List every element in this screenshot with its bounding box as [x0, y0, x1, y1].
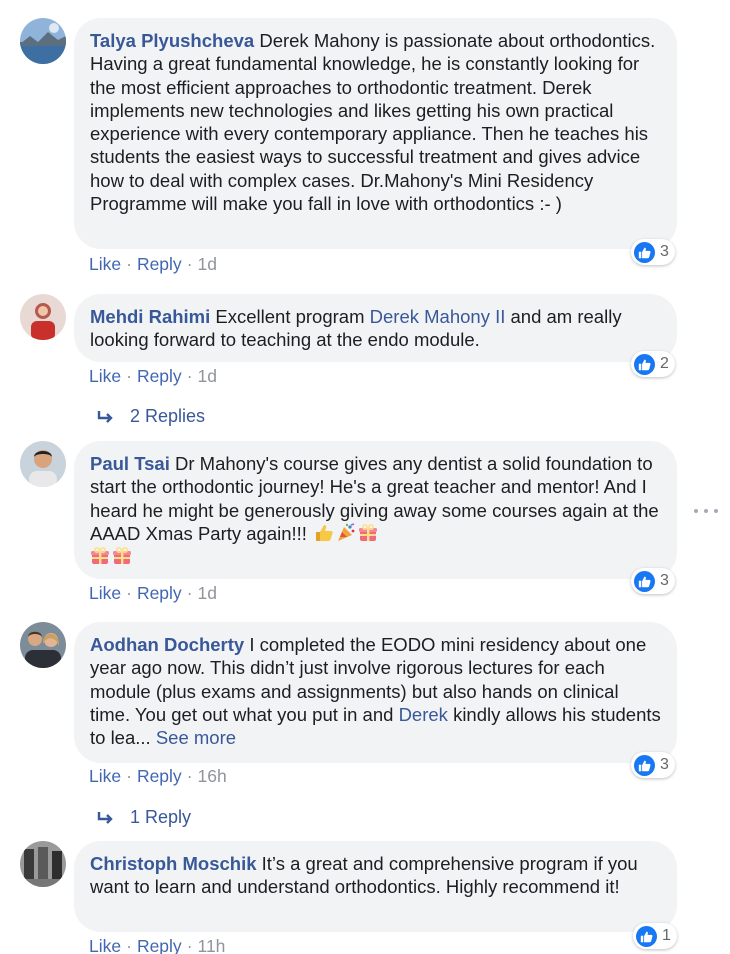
separator: · [126, 366, 132, 386]
reaction-badge[interactable]: 1 [633, 923, 677, 949]
reply-link[interactable]: Reply [137, 936, 182, 954]
reaction-badge[interactable]: 2 [631, 351, 675, 377]
comment-text: Excellent program [215, 306, 365, 327]
reply-link[interactable]: Reply [137, 766, 182, 787]
like-link[interactable]: Like [89, 254, 121, 275]
reaction-count: 2 [660, 355, 669, 372]
separator: · [186, 583, 193, 603]
see-more-link[interactable]: See more [156, 727, 236, 748]
timestamp[interactable]: 1d [198, 366, 217, 387]
like-link[interactable]: Like [89, 766, 121, 787]
reply-link[interactable]: Reply [137, 254, 182, 275]
comment-author[interactable]: Mehdi Rahimi [90, 306, 210, 327]
like-link[interactable]: Like [89, 936, 121, 954]
reaction-count: 3 [660, 572, 669, 589]
comment-actions: Like · Reply · 11h [89, 936, 225, 954]
reaction-badge[interactable]: 3 [631, 568, 675, 594]
thumbs-up-emoji-icon [316, 524, 333, 541]
like-link[interactable]: Like [89, 583, 121, 604]
reaction-badge[interactable]: 3 [631, 752, 675, 778]
replies-count-label: 1 Reply [130, 807, 192, 827]
avatar[interactable] [20, 294, 66, 340]
replies-count-label: 2 Replies [130, 406, 206, 426]
comment-actions: Like · Reply · 16h [89, 766, 227, 787]
thumbs-up-icon [634, 570, 655, 592]
reply-link[interactable]: Reply [137, 583, 182, 604]
more-options-icon[interactable] [694, 505, 718, 517]
separator: · [186, 366, 193, 386]
reaction-count: 3 [660, 756, 669, 773]
party-popper-emoji-icon [338, 523, 355, 541]
thumbs-up-icon [634, 353, 655, 375]
thumbs-up-icon [636, 925, 657, 947]
comment-bubble: Mehdi Rahimi Excellent program Derek Mah… [74, 294, 677, 362]
view-replies-link[interactable]: 1 Reply [96, 807, 191, 828]
gift-emoji-icon [91, 547, 109, 565]
comment-actions: Like · Reply · 1d [89, 254, 217, 275]
avatar[interactable] [20, 18, 66, 64]
thumbs-up-icon [634, 241, 655, 263]
comment-text: Derek Mahony is passionate about orthodo… [90, 30, 656, 215]
separator: · [126, 936, 132, 954]
comment-actions: Like · Reply · 1d [89, 583, 217, 604]
gift-emoji-icon [359, 523, 378, 541]
like-link[interactable]: Like [89, 366, 121, 387]
comment-bubble: Talya Plyushcheva Derek Mahony is passio… [74, 18, 677, 249]
reaction-count: 1 [662, 927, 671, 944]
timestamp[interactable]: 16h [198, 766, 227, 787]
gift-emoji-icon [113, 547, 131, 565]
mention-link[interactable]: Derek [399, 704, 448, 725]
comment-bubble: Paul Tsai Dr Mahony's course gives any d… [74, 441, 677, 579]
separator: · [186, 766, 193, 786]
avatar[interactable] [20, 841, 66, 887]
comment-author[interactable]: Christoph Moschik [90, 853, 257, 874]
avatar[interactable] [20, 441, 66, 487]
mention-link[interactable]: Derek Mahony II [370, 306, 506, 327]
reply-arrow-icon [97, 410, 113, 423]
timestamp[interactable]: 11h [198, 936, 226, 954]
timestamp[interactable]: 1d [198, 254, 217, 275]
separator: · [126, 254, 132, 274]
avatar[interactable] [20, 622, 66, 668]
comment-bubble: Aodhan Docherty I completed the EODO min… [74, 622, 677, 763]
comment-author[interactable]: Talya Plyushcheva [90, 30, 254, 51]
thumbs-up-icon [634, 754, 655, 776]
reply-link[interactable]: Reply [137, 366, 182, 387]
reaction-count: 3 [660, 243, 669, 260]
reaction-badge[interactable]: 3 [631, 239, 675, 265]
separator: · [126, 766, 132, 786]
comment-author[interactable]: Paul Tsai [90, 453, 170, 474]
comment-bubble: Christoph Moschik It’s a great and compr… [74, 841, 677, 932]
separator: · [186, 254, 193, 274]
comment-author[interactable]: Aodhan Docherty [90, 634, 244, 655]
reply-arrow-icon [97, 811, 113, 824]
separator: · [126, 583, 132, 603]
comment-actions: Like · Reply · 1d [89, 366, 217, 387]
timestamp[interactable]: 1d [198, 583, 217, 604]
view-replies-link[interactable]: 2 Replies [96, 406, 205, 427]
separator: · [186, 936, 193, 954]
